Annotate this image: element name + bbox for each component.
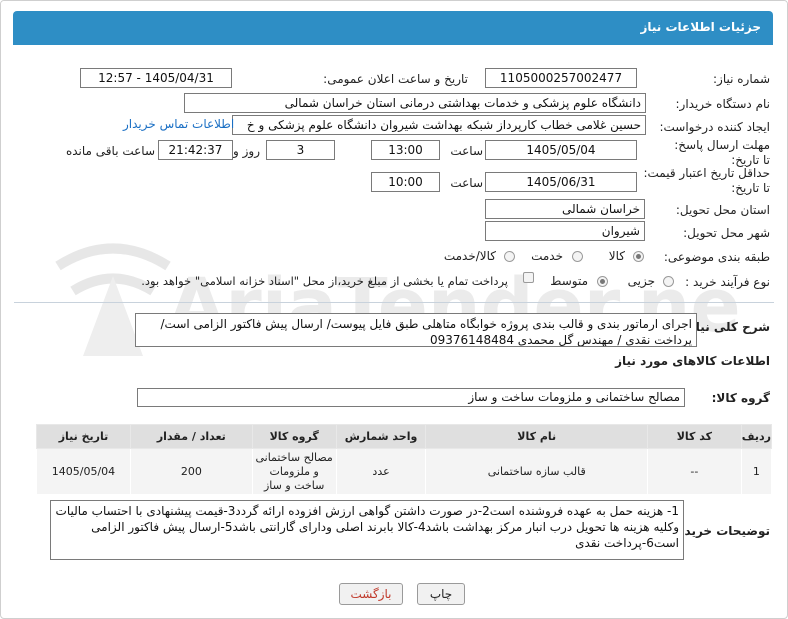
deadline-date-field[interactable]: 1405/05/04 [485, 140, 637, 160]
need-number-field[interactable]: 1105000257002477 [485, 68, 637, 88]
cell-group: مصالح ساختمانی و ملزومات ساخت و ساز [251, 448, 337, 495]
goods-info-title: اطلاعات کالاهای مورد نیاز [615, 354, 770, 368]
print-button[interactable]: چاپ [417, 583, 465, 605]
creator-field[interactable]: حسین غلامی خطاب کارپرداز شبکه بهداشت شیر… [232, 115, 646, 135]
creator-label: ایجاد کننده درخواست: [659, 120, 770, 134]
price-validity-date-field[interactable]: 1405/06/31 [485, 172, 637, 192]
col-group: گروه کالا [251, 424, 337, 449]
treasury-payment-checkbox[interactable] [523, 272, 534, 283]
back-button[interactable]: بازگشت [339, 583, 403, 605]
cell-row: 1 [740, 448, 773, 495]
purchase-option-minor: جزیی [627, 274, 655, 288]
purchase-option-medium: متوسط [550, 274, 588, 288]
items-table: ردیف کد کالا نام کالا واحد شمارش گروه کا… [36, 424, 773, 495]
table-row[interactable]: 1 -- قالب سازه ساختمانی عدد مصالح ساختما… [36, 448, 773, 495]
price-validity-time-field[interactable]: 10:00 [371, 172, 440, 192]
announce-label: تاریخ و ساعت اعلان عمومی: [323, 72, 468, 86]
purchase-radio-minor[interactable] [663, 276, 674, 287]
goods-group-label: گروه کالا: [711, 391, 770, 405]
category-option-goods: کالا [608, 249, 625, 263]
price-validity-label: حداقل تاریخ اعتبار قیمت: تا تاریخ: [643, 166, 770, 195]
delivery-city-label: شهر محل تحویل: [683, 226, 770, 240]
col-row: ردیف [740, 424, 773, 449]
deadline-time-label: ساعت [450, 144, 483, 158]
need-number-label: شماره نیاز: [713, 72, 770, 86]
treasury-payment-note: پرداخت تمام یا بخشی از مبلغ خرید،از محل … [141, 274, 508, 288]
header: جزئیات اطلاعات نیاز [1, 1, 787, 45]
cell-code: -- [647, 448, 742, 495]
purchase-type-label: نوع فرآیند خرید : [685, 275, 770, 289]
col-unit: واحد شمارش [335, 424, 427, 449]
buyer-org-field[interactable]: دانشگاه علوم پزشکی و خدمات بهداشتی درمان… [184, 93, 646, 113]
cell-name: قالب سازه ساختمانی [425, 448, 648, 495]
col-code: کد کالا [647, 424, 742, 449]
delivery-province-label: استان محل تحویل: [675, 203, 770, 217]
table-header-row: ردیف کد کالا نام کالا واحد شمارش گروه کا… [36, 424, 773, 449]
category-radio-both[interactable] [504, 251, 515, 262]
delivery-city-field[interactable]: شیروان [485, 221, 645, 241]
deadline-time-field[interactable]: 13:00 [371, 140, 440, 160]
delivery-province-field[interactable]: خراسان شمالی [485, 199, 645, 219]
remaining-label: ساعت باقی مانده [65, 144, 155, 158]
contact-buyer-link[interactable]: اطلاعات تماس خریدار [123, 117, 234, 131]
category-label: طبقه بندی موضوعی: [663, 250, 770, 264]
buyer-org-label: نام دستگاه خریدار: [675, 97, 771, 111]
page-title: جزئیات اطلاعات نیاز [13, 11, 773, 45]
remaining-time-field[interactable]: 21:42:37 [158, 140, 233, 160]
col-date: تاریخ نیاز [36, 424, 131, 449]
days-count-field[interactable]: 3 [266, 140, 335, 160]
price-validity-time-label: ساعت [450, 176, 483, 190]
category-radio-goods[interactable] [633, 251, 644, 262]
category-option-service: خدمت [531, 249, 563, 263]
announce-field[interactable]: 1405/04/31 - 12:57 [80, 68, 232, 88]
cell-date: 1405/05/04 [36, 448, 131, 495]
days-label: روز و [233, 144, 260, 158]
purchase-radio-medium[interactable] [597, 276, 608, 287]
deadline-label: مهلت ارسال پاسخ: تا تاریخ: [674, 138, 770, 167]
category-option-both: کالا/خدمت [443, 249, 496, 263]
buyer-notes-field[interactable]: 1- هزینه حمل به عهده فروشنده است2-در صور… [50, 500, 684, 560]
divider [14, 302, 774, 303]
general-desc-field[interactable]: اجرای ارماتور بندی و قالب بندی پروژه خوا… [135, 313, 697, 347]
col-name: نام کالا [425, 424, 648, 449]
col-qty: تعداد / مقدار [129, 424, 253, 449]
cell-qty: 200 [129, 448, 253, 495]
goods-group-field[interactable]: مصالح ساختمانی و ملزومات ساخت و ساز [137, 388, 685, 407]
category-radio-service[interactable] [572, 251, 583, 262]
cell-unit: عدد [335, 448, 427, 495]
